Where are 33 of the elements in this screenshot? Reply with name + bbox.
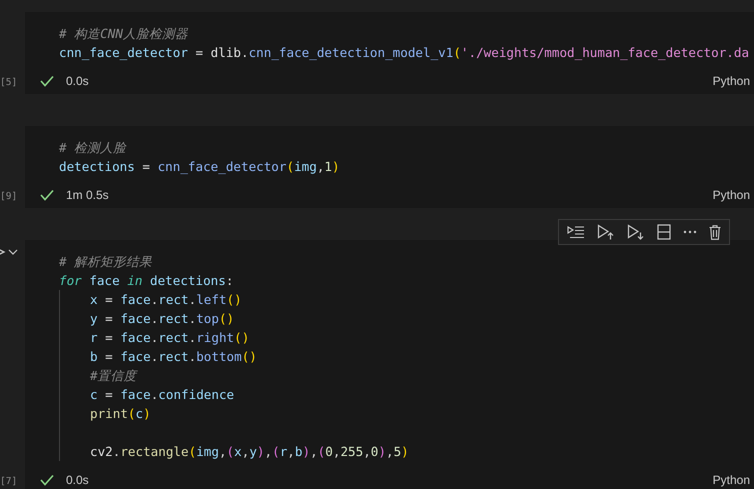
code-line: for face in detections: [59,272,234,290]
code-line: r = face.rect.right() [90,329,250,347]
code-line: detections = cnn_face_detector(img,1) [59,158,340,176]
execution-count: [7] [0,475,18,489]
execution-time: 1m 0.5s [66,188,109,202]
code-line: cv2.rectangle(img,(x,y),(r,b),(0,255,0),5) [90,443,409,461]
language-label[interactable]: Python [712,74,750,88]
execution-time: 0.0s [66,74,89,88]
code-line: x = face.rect.left() [90,291,242,309]
code-line: # 解析矩形结果 [59,253,152,271]
code-line: print(c) [90,405,151,423]
code-line: cnn_face_detector = dlib.cnn_face_detection_model_v1('./weights/mmod_human_face_detector.da [59,44,750,62]
run-below-icon[interactable] [627,224,645,240]
check-icon [40,189,54,201]
code-line: # 检测人脸 [59,139,126,157]
code-line: y = face.rect.top() [90,310,234,328]
delete-icon[interactable] [709,224,721,240]
code-line: # 构造CNN人脸检测器 [59,25,188,43]
language-label[interactable]: Python [712,473,750,487]
split-cell-icon[interactable] [657,224,671,240]
code-line: b = face.rect.bottom() [90,348,257,366]
run-above-icon[interactable] [597,224,615,240]
execution-count: [5] [0,76,18,90]
code-line: #置信度 [90,367,137,385]
more-icon[interactable] [683,230,697,234]
check-icon [40,474,54,486]
chevron-down-icon[interactable] [8,248,18,256]
language-label[interactable]: Python [712,188,750,202]
check-icon [40,75,54,87]
run-by-line-icon[interactable] [567,225,585,239]
execution-time: 0.0s [66,473,89,487]
execution-count: [9] [0,190,18,204]
code-line: c = face.confidence [90,386,234,404]
